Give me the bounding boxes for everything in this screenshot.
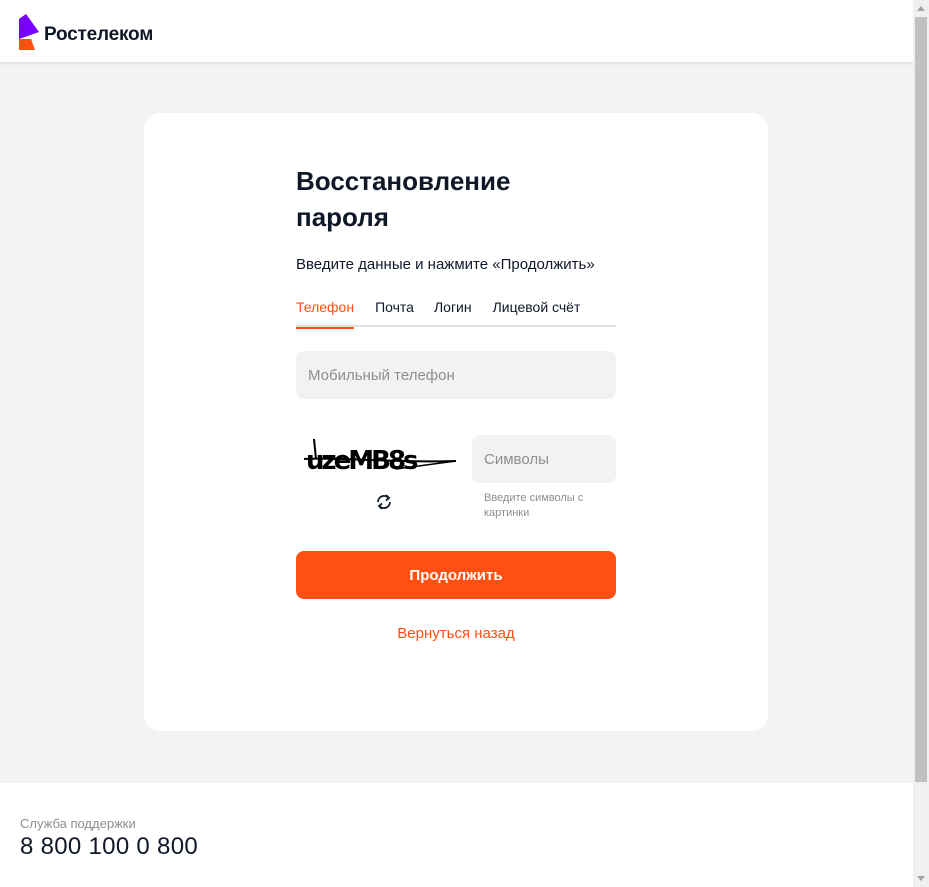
recovery-form: Восстановление пароля Введите данные и н… [296, 163, 616, 642]
back-link[interactable]: Вернуться назад [296, 625, 616, 642]
site-footer: Служба поддержки 8 800 100 0 800 [0, 783, 913, 887]
site-header: Ростелеком [0, 0, 913, 63]
logo[interactable]: Ростелеком [18, 14, 153, 50]
tab-login[interactable]: Логин [434, 297, 472, 327]
password-recovery-card: Восстановление пароля Введите данные и н… [144, 113, 768, 731]
recovery-method-tabs: Телефон Почта Логин Лицевой счёт [296, 297, 616, 329]
captcha-input[interactable] [472, 435, 616, 483]
tab-account-number[interactable]: Лицевой счёт [493, 297, 581, 327]
support-phone[interactable]: 8 800 100 0 800 [20, 833, 198, 861]
continue-button[interactable]: Продолжить [296, 551, 616, 599]
vertical-scrollbar[interactable] [913, 0, 929, 887]
scrollbar-thumb[interactable] [915, 17, 927, 782]
captcha-section: uzeMB8s Введите символы с картинки [296, 435, 616, 525]
form-subtitle: Введите данные и нажмите «Продолжить» [296, 256, 595, 273]
captcha-image: uzeMB8s [303, 438, 457, 475]
rostelecom-logo-icon [19, 14, 39, 50]
captcha-hint: Введите символы с картинки [484, 492, 584, 519]
refresh-icon[interactable] [374, 492, 394, 512]
page-title: Восстановление пароля [296, 166, 511, 232]
tab-email[interactable]: Почта [375, 297, 414, 327]
brand-name: Ростелеком [44, 24, 154, 45]
scroll-up-arrow-icon[interactable] [917, 6, 925, 11]
mobile-phone-input[interactable] [296, 351, 616, 399]
scroll-down-arrow-icon[interactable] [917, 876, 925, 881]
tab-phone[interactable]: Телефон [296, 297, 355, 329]
support-label: Служба поддержки [20, 816, 136, 831]
